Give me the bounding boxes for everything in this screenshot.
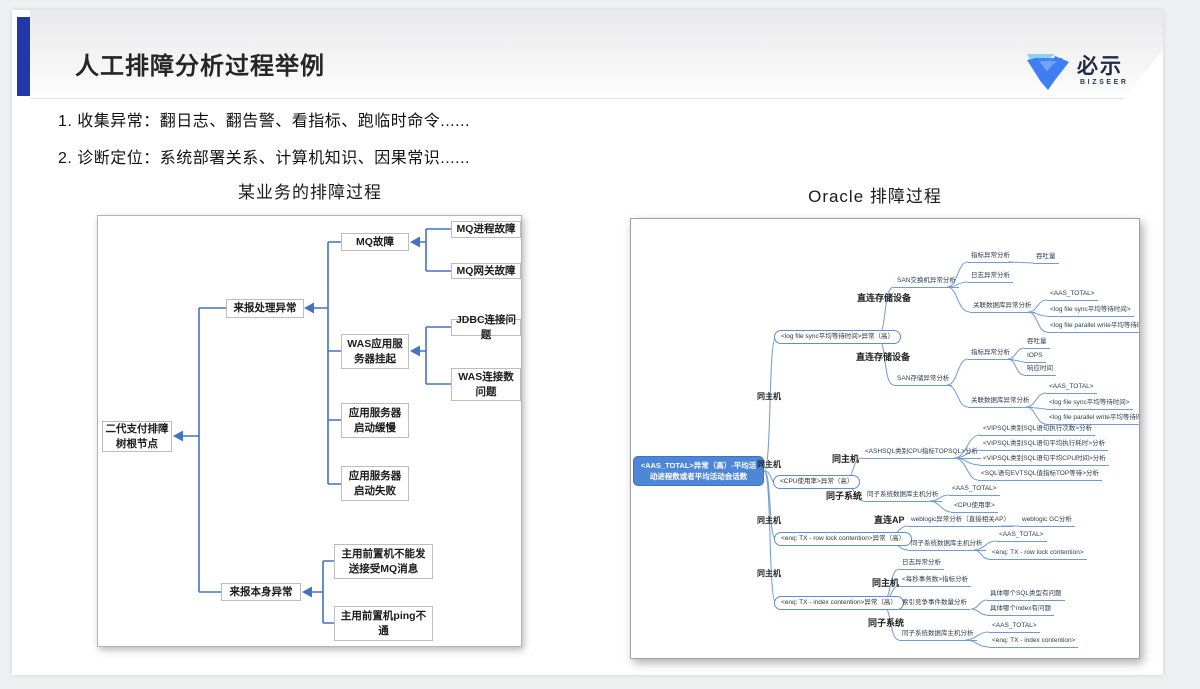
node-appserver-fail: 应用服务器启动失败 bbox=[341, 466, 409, 501]
node-was-hang: WAS应用服务器挂起 bbox=[341, 334, 409, 369]
bizseer-logo: 必示 BIZSEER bbox=[1025, 50, 1155, 98]
node-was-conn: WAS连接数问题 bbox=[451, 368, 521, 401]
business-tree-panel: 二代支付排障树根节点 来报处理异常 MQ故障 MQ进程故障 MQ网关故障 WAS… bbox=[97, 215, 522, 647]
leaf-weblogic-gc: weblogic GC分析 bbox=[1019, 516, 1075, 527]
oracle-map-panel: <AAS_TOTAL>异常（高）-平均活动进程数或者平均活动会话数 同主机 同主… bbox=[630, 218, 1140, 659]
edge-label-2: 同主机 bbox=[757, 459, 781, 470]
leaf-lfpw-2: <log file parallel write平均等待时间> bbox=[1046, 414, 1140, 425]
leaf-aas-1: <AAS_TOTAL> bbox=[1047, 290, 1098, 301]
leaf-resptime: 响应时间 bbox=[1024, 365, 1056, 376]
node-frontend-mq: 主用前置机不能发送接受MQ消息 bbox=[334, 544, 433, 579]
label-samehost-b2: 同主机 bbox=[832, 452, 859, 465]
map-root-node: <AAS_TOTAL>异常（高）-平均活动进程数或者平均活动会话数 bbox=[633, 456, 764, 486]
leaf-rowlock-b3: <enq: TX - row lock contention> bbox=[989, 549, 1087, 560]
leaf-which-sql: 具体哪个SQL类型有问题 bbox=[987, 590, 1065, 601]
leaf-vipsql-cpu: <VIPSQL类别SQL语句平均CPU时间>分析 bbox=[980, 455, 1109, 466]
label-samehost-b4: 同主机 bbox=[872, 576, 899, 589]
bullet-2: 2. 诊断定位：系统部署关系、计算机知识、因果常识...... bbox=[58, 144, 470, 168]
node-log-b4: 日志异常分析 bbox=[899, 559, 944, 570]
node-metric-1: 指标异常分析 bbox=[968, 252, 1013, 263]
label-subsys-b2: 同子系统 bbox=[826, 489, 862, 502]
leaf-aas-2: <AAS_TOTAL> bbox=[1046, 383, 1097, 394]
anomaly-rowlock: <enq: TX - row lock contention>异常（高） bbox=[774, 532, 912, 546]
node-indexcontest: 索引竞争事件数量分析 bbox=[899, 599, 970, 610]
leaf-aas-b2: <AAS_TOTAL> bbox=[949, 485, 1000, 496]
leaf-evtsql-top: <SQL语句EVTSQL值指标TOP等待>分析 bbox=[978, 470, 1102, 481]
node-log-1: 日志异常分析 bbox=[968, 272, 1013, 283]
leaf-aas-b4: <AAS_TOTAL> bbox=[989, 622, 1040, 633]
edge-label-3: 同主机 bbox=[757, 515, 781, 526]
node-subsysdb-b2: 同子系统数据库主机分析 bbox=[864, 491, 942, 502]
node-subsysdb-b3: 同子系统数据库主机分析 bbox=[908, 540, 986, 551]
leaf-vipsql-avgt: <VIPSQL类别SQL语句平均执行耗时>分析 bbox=[980, 440, 1108, 451]
node-weblogic: weblogic异常分析（直接相关AP） bbox=[908, 516, 1013, 527]
slide: 人工排障分析过程举例 必示 BIZSEER 1. 收集异常：翻日志、翻告警、看指… bbox=[12, 10, 1163, 675]
node-frontend-ping: 主用前置机ping不通 bbox=[334, 606, 433, 641]
leaf-iops: IOPS bbox=[1024, 352, 1046, 363]
node-tps: <每秒事务数>指标分析 bbox=[899, 576, 971, 587]
node-metric-2: 指标异常分析 bbox=[968, 349, 1013, 360]
leaf-throughput-2: 吞吐量 bbox=[1024, 338, 1050, 349]
node-mq-fault: MQ故障 bbox=[341, 233, 409, 251]
node-mq-process: MQ进程故障 bbox=[451, 221, 521, 238]
label-subsys-b4: 同子系统 bbox=[868, 616, 904, 629]
node-branch1: 来报处理异常 bbox=[226, 299, 304, 318]
label-das-1: 直连存储设备 bbox=[857, 291, 911, 304]
leaf-lfs-2: <log file sync平均等待时间> bbox=[1046, 399, 1133, 410]
leaf-cpu-b2: <CPU使用率> bbox=[951, 502, 998, 513]
left-diagram-title: 某业务的排障过程 bbox=[200, 178, 420, 203]
node-relateddb-1: 关联数据库异常分析 bbox=[970, 302, 1035, 313]
node-san-switch: SAN交换机异常分析 bbox=[894, 277, 959, 288]
node-relateddb-2: 关联数据库异常分析 bbox=[968, 397, 1033, 408]
anomaly-cpu: <CPU使用率>异常（高） bbox=[773, 475, 860, 489]
logo-subtext: BIZSEER bbox=[1080, 79, 1129, 86]
anomaly-logfilesync: <log file sync平均等待时间>异常（高） bbox=[774, 330, 901, 344]
leaf-which-index: 具体哪个index有问题 bbox=[987, 605, 1054, 616]
bullet-1: 1. 收集异常：翻日志、翻告警、看指标、跑临时命令...... bbox=[58, 107, 470, 131]
leaf-lfpw-1: <log file parallel write平均等待时间> bbox=[1047, 322, 1140, 333]
node-san-storage: SAN存储异常分析 bbox=[894, 375, 952, 386]
label-das-2: 直连存储设备 bbox=[856, 350, 910, 363]
leaf-aas-b3: <AAS_TOTAL> bbox=[996, 531, 1047, 542]
node-mq-gateway: MQ网关故障 bbox=[451, 263, 521, 279]
node-subsysdb-b4: 同子系统数据库主机分析 bbox=[899, 630, 977, 641]
node-appserver-slow: 应用服务器启动缓慢 bbox=[341, 403, 409, 438]
leaf-throughput-1: 吞吐量 bbox=[1033, 253, 1059, 264]
slide-screenshot: { "slide": { "title": "人工排障分析过程举例", "log… bbox=[0, 0, 1200, 689]
node-ash-topsql: <ASHSQL类别CPU指标TOPSQL>分析 bbox=[862, 448, 981, 459]
right-diagram-title: Oracle 排障过程 bbox=[765, 182, 985, 207]
logo-name: 必示 bbox=[1077, 50, 1123, 80]
label-directap: 直连AP bbox=[874, 513, 905, 526]
edge-label-1: 同主机 bbox=[757, 391, 781, 402]
node-branch2: 来报本身异常 bbox=[221, 583, 301, 601]
leaf-lfs-1: <log file sync平均等待时间> bbox=[1047, 306, 1134, 317]
node-root: 二代支付排障树根节点 bbox=[102, 421, 172, 452]
anomaly-indexcont: <enq: TX - index contention>异常（高） bbox=[774, 596, 904, 610]
leaf-indexcont-b4: <enq: TX - index contention> bbox=[989, 637, 1078, 648]
page-title: 人工排障分析过程举例 bbox=[75, 46, 325, 81]
leaf-vipsql-exec: <VIPSQL类别SQL语句执行次数>分析 bbox=[980, 425, 1095, 436]
node-jdbc: JDBC连接问题 bbox=[451, 319, 521, 336]
accent-bar bbox=[17, 17, 30, 96]
bizseer-logo-icon bbox=[1025, 52, 1071, 90]
edge-label-4: 同主机 bbox=[757, 568, 781, 579]
